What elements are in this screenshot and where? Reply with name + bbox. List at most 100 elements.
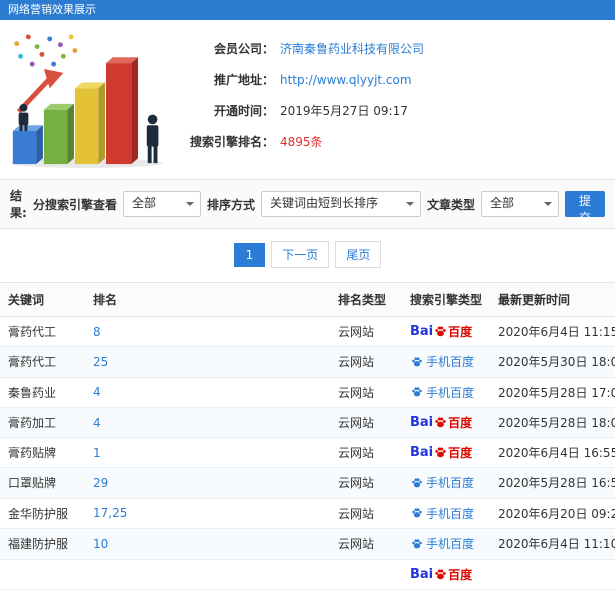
engine-cell: 手机百度 xyxy=(402,346,490,378)
sort-select-value: 关键词由短到长排序 xyxy=(269,196,378,210)
keyword-cell: 福建防护服 xyxy=(0,528,85,560)
rank-type-cell: 云网站 xyxy=(330,467,402,499)
table-row: 膏药代工 25 云网站 手机百度 2020年5月30日 18:06 xyxy=(0,346,615,378)
baidu-latin-text: Bai xyxy=(410,324,434,339)
mobile-baidu-label: 手机百度 xyxy=(410,384,474,401)
keyword-cell: 口罩贴牌 xyxy=(0,467,85,499)
mobile-baidu-label: 手机百度 xyxy=(410,353,474,370)
bar-green xyxy=(43,103,74,165)
engine-cell: Bai 百度 xyxy=(402,316,490,347)
open-time-label: 开通时间： xyxy=(213,104,274,118)
mobile-baidu-text: 手机百度 xyxy=(426,385,475,400)
baidu-cn-text: 百度 xyxy=(448,446,473,460)
rank-count-value: 4895条 xyxy=(280,135,323,149)
engine-filter-label: 分搜索引擎查看 xyxy=(32,197,117,212)
open-time-value: 2019年5月27日 09:17 xyxy=(280,104,408,118)
rank-link[interactable]: 17,25 xyxy=(93,506,127,520)
chart-illustration xyxy=(0,28,174,173)
promo-url-label: 推广地址： xyxy=(213,73,274,87)
table-row: 福建防护服 10 云网站 手机百度 2020年6月4日 11:10 xyxy=(0,528,615,560)
col-header-1: 关键词 xyxy=(0,282,85,317)
mobile-baidu-label: 手机百度 xyxy=(410,505,474,522)
baidu-logo: Bai 百度 xyxy=(410,444,472,461)
pagination-current[interactable]: 1 xyxy=(233,242,266,267)
filter-controls: 分搜索引擎查看 全部 排序方式 关键词由短到长排序 文章类型 全部 提交 xyxy=(32,191,605,225)
update-time-cell xyxy=(490,559,615,590)
col-header-2: 排名 xyxy=(85,282,330,317)
bar-yellow xyxy=(74,82,105,165)
engine-cell: 手机百度 xyxy=(402,498,490,529)
rank-type-cell: 云网站 xyxy=(330,498,402,529)
rank-cell: 29 xyxy=(85,467,330,499)
keyword-cell: 膏药代工 xyxy=(0,346,85,378)
engine-select-value: 全部 xyxy=(131,196,156,210)
engine-cell: 手机百度 xyxy=(402,377,490,408)
update-time-cell: 2020年5月28日 17:02 xyxy=(490,377,615,408)
engine-select[interactable]: 全部 xyxy=(122,191,201,217)
rank-cell: 1 xyxy=(85,437,330,468)
col-header-3: 排名类型 xyxy=(330,282,402,317)
col-header-4: 搜索引擎类型 xyxy=(402,282,490,317)
confetti-dots xyxy=(13,34,77,67)
baidu-paw-icon xyxy=(435,326,446,337)
baidu-paw-icon xyxy=(412,538,422,548)
info-row-company: 会员公司： 济南秦鲁药业科技有限公司 xyxy=(174,40,615,57)
update-time-cell: 2020年5月28日 18:03 xyxy=(490,407,615,438)
sort-select[interactable]: 关键词由短到长排序 xyxy=(260,191,421,217)
baidu-logo: Bai 百度 xyxy=(410,323,472,340)
rank-count-label: 搜索引擎排名： xyxy=(189,135,274,149)
member-company-link[interactable]: 济南秦鲁药业科技有限公司 xyxy=(280,40,424,57)
baidu-paw-icon xyxy=(412,356,422,366)
engine-cell: 手机百度 xyxy=(402,528,490,560)
businessman-right xyxy=(146,114,158,164)
mobile-baidu-text: 手机百度 xyxy=(426,537,475,551)
mobile-baidu-label: 手机百度 xyxy=(410,474,474,491)
rank-link[interactable]: 29 xyxy=(93,476,108,490)
update-time-cell: 2020年5月28日 16:55 xyxy=(490,467,615,499)
rank-link[interactable]: 8 xyxy=(93,325,101,339)
baidu-paw-icon xyxy=(435,569,446,579)
update-time-cell: 2020年5月30日 18:06 xyxy=(490,346,615,378)
info-panel: 会员公司： 济南秦鲁药业科技有限公司 推广地址： http://www.qlyy… xyxy=(174,28,615,173)
info-row-rank-count: 搜索引擎排名： 4895条 xyxy=(174,133,615,150)
page-title: 网络营销效果展示 xyxy=(8,3,96,16)
promo-url-link[interactable]: http://www.qlyyjt.com xyxy=(280,73,412,87)
pagination-next[interactable]: 下一页 xyxy=(271,241,330,268)
info-row-url: 推广地址： http://www.qlyyjt.com xyxy=(174,71,615,88)
engine-cell: Bai 百度 xyxy=(402,407,490,438)
submit-button[interactable]: 提交 xyxy=(564,191,605,225)
baidu-paw-icon xyxy=(435,447,446,458)
bar-blue xyxy=(12,125,43,165)
rank-type-cell: 云网站 xyxy=(330,377,402,408)
keyword-cell xyxy=(0,559,85,590)
update-time-cell: 2020年6月4日 11:10 xyxy=(490,528,615,560)
rank-type-cell: 云网站 xyxy=(330,346,402,378)
keyword-cell: 膏药代工 xyxy=(0,316,85,347)
rank-cell: 17,25 xyxy=(85,498,330,529)
rank-link[interactable]: 4 xyxy=(93,385,101,399)
rank-link[interactable]: 25 xyxy=(93,355,108,369)
baidu-latin-text: Bai xyxy=(410,566,434,582)
table-row: 膏药加工 4 云网站 Bai 百度 2020年5月28日 18:03 xyxy=(0,407,615,438)
pagination-last[interactable]: 尾页 xyxy=(335,241,382,268)
baidu-latin-text: Bai xyxy=(410,415,434,430)
mobile-baidu-label: 手机百度 xyxy=(410,535,474,552)
table-row: 秦鲁药业 4 云网站 手机百度 2020年5月28日 17:02 xyxy=(0,377,615,408)
mobile-baidu-text: 手机百度 xyxy=(426,355,475,369)
info-row-open-time: 开通时间： 2019年5月27日 09:17 xyxy=(174,102,615,119)
article-type-select[interactable]: 全部 xyxy=(480,191,559,217)
baidu-paw-icon xyxy=(412,387,422,397)
baidu-paw-icon xyxy=(435,417,446,428)
rank-link[interactable]: 4 xyxy=(93,416,101,430)
mobile-baidu-text: 手机百度 xyxy=(426,476,475,490)
results-bar: 结果: 分搜索引擎查看 全部 排序方式 关键词由短到长排序 文章类型 全部 提交 xyxy=(0,179,615,229)
rank-link[interactable]: 10 xyxy=(93,537,108,551)
rank-type-cell: 云网站 xyxy=(330,528,402,560)
table-row: 金华防护服 17,25 云网站 手机百度 2020年6月20日 09:25 xyxy=(0,498,615,529)
rank-cell xyxy=(85,559,330,590)
table-row: Bai 百度 xyxy=(0,559,615,590)
mobile-baidu-text: 手机百度 xyxy=(426,506,475,521)
rank-cell: 4 xyxy=(85,407,330,438)
keyword-cell: 秦鲁药业 xyxy=(0,377,85,408)
rank-link[interactable]: 1 xyxy=(93,446,101,460)
